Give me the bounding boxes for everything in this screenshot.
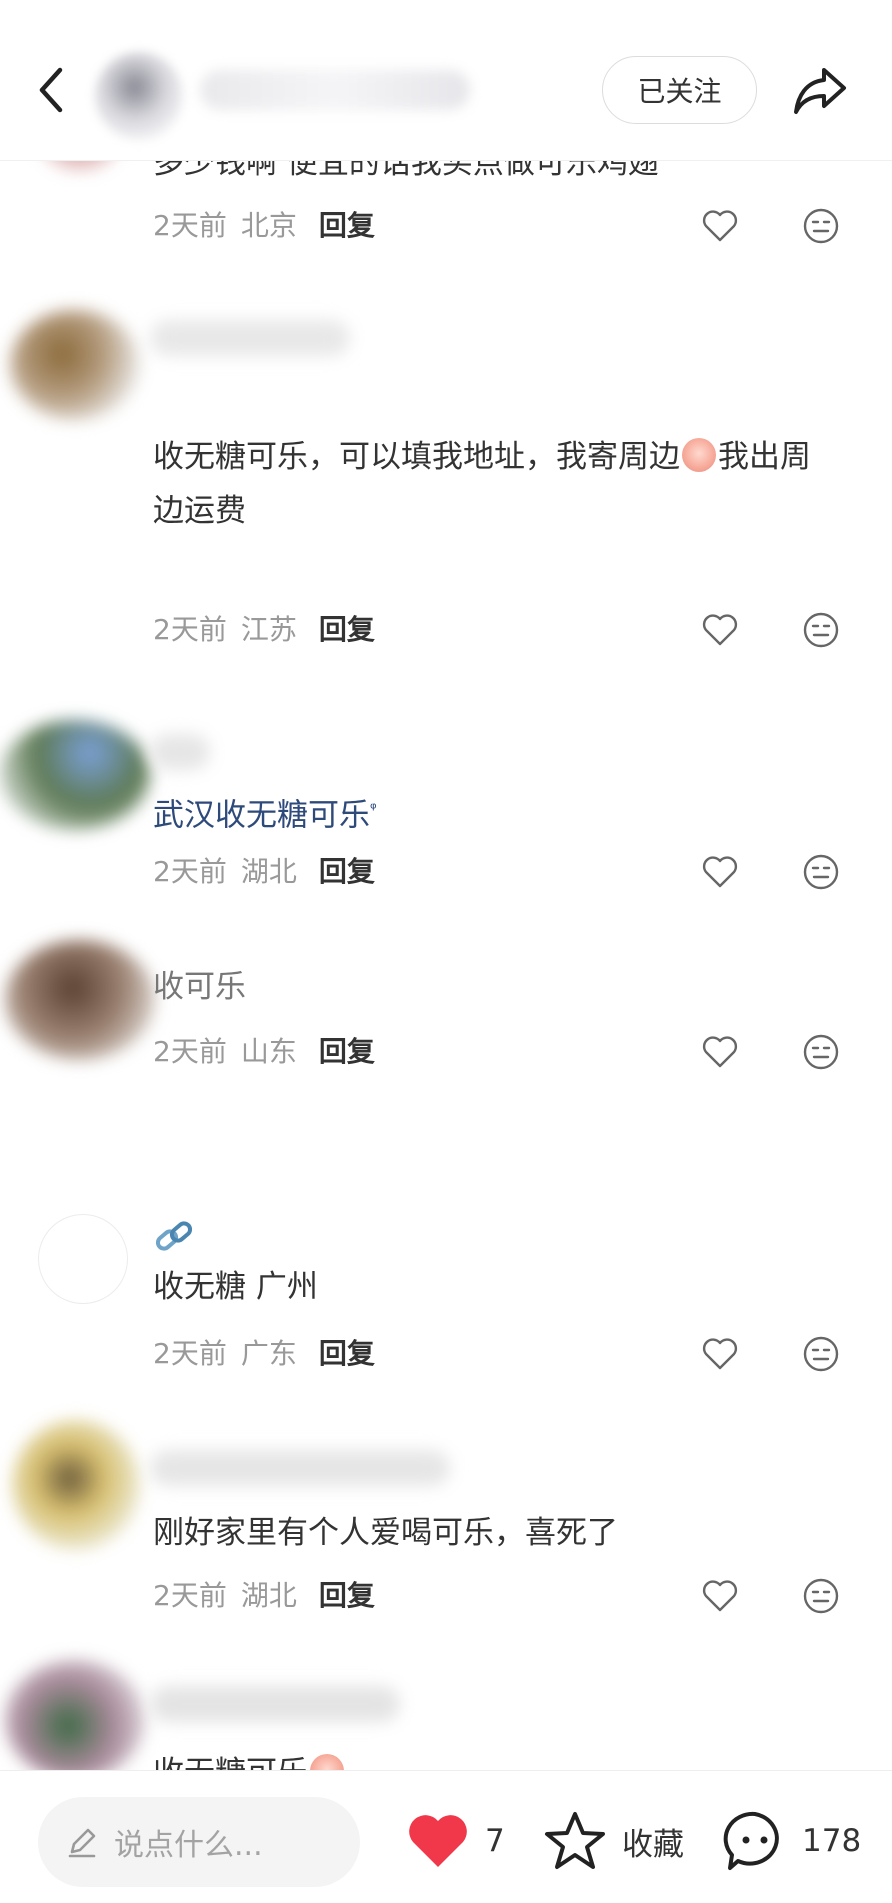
comment-username[interactable] [150,320,350,356]
comment-time: 2天前 [153,1035,227,1068]
comment-location: 江苏 [240,613,297,646]
search-icon[interactable]: ᵠ [370,799,377,818]
comment-username[interactable] [150,1686,400,1722]
reply-button[interactable]: 回复 [319,204,375,244]
dislike-icon[interactable] [802,1335,840,1373]
comment-location: 北京 [240,209,297,242]
reply-button[interactable]: 回复 [319,1574,375,1614]
reply-button[interactable]: 回复 [319,1030,375,1070]
dislike-icon[interactable] [802,1033,840,1071]
comment-avatar[interactable] [10,310,140,420]
like-icon[interactable] [700,1334,740,1374]
reply-button[interactable]: 回复 [319,1332,375,1372]
comment-location: 湖北 [240,1579,297,1612]
comment-location: 山东 [240,1035,297,1068]
top-navigation-bar: 已关注 [0,0,892,161]
comment-bubble-icon [723,1811,779,1870]
pen-icon [68,1828,96,1858]
like-icon[interactable] [700,206,740,246]
comment-location: 湖北 [240,855,297,888]
dislike-icon[interactable] [802,611,840,649]
comment-time: 2天前 [153,1337,227,1370]
comment-text: 收无糖可乐，可以填我地址，我寄周边 我出周边运费 [153,430,833,538]
comment-text: 收无糖可乐 [153,1746,833,1770]
comment-button[interactable]: 178 [722,1801,861,1881]
comment-avatar[interactable] [12,1420,140,1550]
comment-input-placeholder: 说点什么... [114,1828,263,1863]
dislike-icon[interactable] [802,853,840,891]
comment-time: 2天前 [153,209,227,242]
comment-input[interactable]: 说点什么... [38,1797,360,1887]
crying-face-emoji-icon [682,438,716,472]
author-avatar[interactable] [95,52,183,140]
share-icon[interactable] [790,62,850,118]
link-icon [155,1221,193,1251]
comment-time: 2天前 [153,1579,227,1612]
comment-avatar[interactable] [0,720,150,830]
collect-label: 收藏 [622,1826,684,1863]
comment-text: 收无糖 广州 [153,1269,318,1305]
collect-button[interactable]: 收藏 [542,1801,684,1881]
follow-button[interactable]: 已关注 [602,56,757,124]
heart-filled-icon [409,1815,467,1867]
comment-meta: 2天前 江苏 回复 [153,608,375,648]
reply-button[interactable]: 回复 [319,850,375,890]
comment-count: 178 [802,1823,862,1859]
comment-text: 收可乐 [153,969,246,1005]
comment-meta: 2天前 北京 回复 [153,204,375,244]
comment-location: 广东 [240,1337,297,1370]
comment-list[interactable]: 多少钱啊 便宜的话我买点做可乐鸡翅 2天前 北京 回复 收无糖可乐，可以填我地址… [0,0,892,1770]
comment-text-part: 收无糖可乐 [153,1755,308,1770]
comment-time: 2天前 [153,855,227,888]
like-count: 7 [485,1823,505,1859]
comment-meta: 2天前 湖北 回复 [153,850,375,890]
comment-avatar[interactable] [38,1214,128,1304]
comment-avatar[interactable] [5,940,155,1060]
like-button[interactable]: 7 [405,1801,505,1881]
author-name[interactable] [200,70,470,110]
comment-username[interactable] [150,1450,450,1486]
comment-text[interactable]: 武汉收无糖可乐ᵠ [153,782,833,842]
comment-text-part: 收无糖可乐，可以填我地址，我寄周边 [153,439,680,475]
comment-meta: 2天前 山东 回复 [153,1030,375,1070]
like-icon[interactable] [700,852,740,892]
comment-avatar[interactable] [5,1660,145,1770]
reply-button[interactable]: 回复 [319,608,375,648]
baby-face-emoji-icon [310,1754,344,1770]
comment-username[interactable] [150,734,210,770]
like-icon[interactable] [700,610,740,650]
comment-meta: 2天前 湖北 回复 [153,1574,375,1614]
comment-time: 2天前 [153,613,227,646]
comment-text-link[interactable]: 武汉收无糖可乐 [153,797,370,833]
comment-text: 刚好家里有个人爱喝可乐，喜死了 [153,1515,618,1551]
like-icon[interactable] [700,1032,740,1072]
like-icon[interactable] [700,1576,740,1616]
bottom-action-bar: 说点什么... 7 收藏 178 [0,1770,892,1903]
star-icon [545,1812,605,1869]
dislike-icon[interactable] [802,207,840,245]
comment-meta: 2天前 广东 回复 [153,1332,375,1372]
back-arrow-icon[interactable] [30,62,74,118]
dislike-icon[interactable] [802,1577,840,1615]
